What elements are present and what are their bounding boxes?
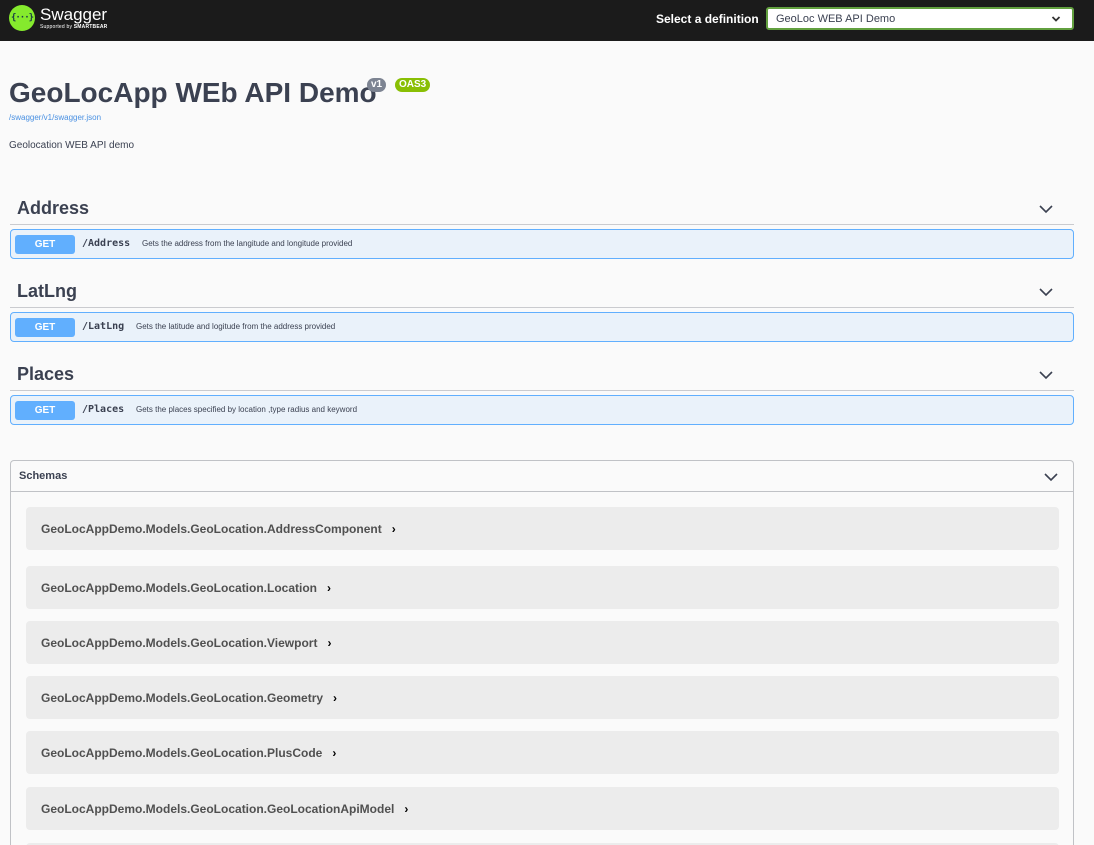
tag-name: Address xyxy=(17,198,90,218)
swagger-braces-icon: {···} xyxy=(9,5,35,31)
chevron-down-icon[interactable] xyxy=(1038,201,1054,217)
schema-model[interactable]: GeoLocAppDemo.Models.GeoLocation.PlusCod… xyxy=(26,731,1059,774)
spec-link[interactable]: /swagger/v1/swagger.json xyxy=(9,113,101,122)
schema-model[interactable]: GeoLocAppDemo.Models.GeoLocation.Geometr… xyxy=(26,676,1059,719)
schemas-section: Schemas GeoLocAppDemo.Models.GeoLocation… xyxy=(10,460,1074,845)
operation-get-latlng[interactable]: GET /LatLng Gets the latitude and logitu… xyxy=(10,312,1074,342)
chevron-right-icon: › xyxy=(404,802,409,816)
schemas-header[interactable]: Schemas xyxy=(11,461,1073,492)
tag-section-address[interactable]: Address xyxy=(10,192,1074,225)
operation-summary: Gets the latitude and logitude from the … xyxy=(136,322,336,331)
api-title: GeoLocApp WEb API Demo xyxy=(9,77,377,108)
swagger-logo[interactable]: {···} Swagger Supported by SMARTBEAR xyxy=(9,5,108,31)
tag-name: Places xyxy=(17,364,75,384)
schema-model[interactable]: GeoLocAppDemo.Models.GeoLocation.Locatio… xyxy=(26,566,1059,609)
chevron-down-icon[interactable] xyxy=(1038,284,1054,300)
chevron-right-icon: › xyxy=(332,746,337,760)
schema-model[interactable]: GeoLocAppDemo.Models.GeoLocation.Viewpor… xyxy=(26,621,1059,664)
schema-model[interactable]: GeoLocAppDemo.Models.GeoLocation.Address… xyxy=(26,507,1059,550)
model-name: GeoLocAppDemo.Models.GeoLocation.PlusCod… xyxy=(41,746,323,760)
chevron-down-icon[interactable] xyxy=(1038,367,1054,383)
chevron-right-icon: › xyxy=(333,691,338,705)
oas-badge: OAS3 xyxy=(395,78,431,92)
definition-label: Select a definition xyxy=(656,12,759,26)
model-name: GeoLocAppDemo.Models.GeoLocation.Geometr… xyxy=(41,691,324,705)
model-name: GeoLocAppDemo.Models.GeoLocation.Viewpor… xyxy=(41,636,318,650)
chevron-right-icon: › xyxy=(327,636,332,650)
schema-model[interactable]: GeoLocAppDemo.Models.GeoLocation.GeoLoca… xyxy=(26,787,1059,830)
http-method-badge: GET xyxy=(15,318,75,337)
operation-path: /Address xyxy=(82,238,131,249)
logo-name: Swagger xyxy=(40,5,108,24)
definition-select-value: GeoLoc WEB API Demo xyxy=(776,13,896,25)
chevron-down-icon[interactable] xyxy=(1043,469,1059,485)
chevron-right-icon: › xyxy=(391,522,396,536)
http-method-badge: GET xyxy=(15,401,75,420)
chevron-down-icon xyxy=(1051,16,1061,22)
http-method-badge: GET xyxy=(15,235,75,254)
topbar: {···} Swagger Supported by SMARTBEAR Sel… xyxy=(0,0,1094,41)
operation-path: /Places xyxy=(82,404,125,415)
schemas-title: Schemas xyxy=(19,470,68,482)
tag-section-latlng[interactable]: LatLng xyxy=(10,275,1074,308)
operation-summary: Gets the address from the langitude and … xyxy=(142,239,353,248)
model-name: GeoLocAppDemo.Models.GeoLocation.Locatio… xyxy=(41,581,318,595)
tag-section-places[interactable]: Places xyxy=(10,358,1074,391)
tag-name: LatLng xyxy=(17,281,77,301)
operation-summary: Gets the places specified by location ,t… xyxy=(136,405,358,414)
operation-get-places[interactable]: GET /Places Gets the places specified by… xyxy=(10,395,1074,425)
chevron-right-icon: › xyxy=(327,581,332,595)
version-badge: v1 xyxy=(367,78,387,92)
operation-get-address[interactable]: GET /Address Gets the address from the l… xyxy=(10,229,1074,259)
logo-subtitle: Supported by SMARTBEAR xyxy=(40,24,108,30)
definition-select[interactable]: GeoLoc WEB API Demo xyxy=(766,7,1074,30)
model-name: GeoLocAppDemo.Models.GeoLocation.Address… xyxy=(41,522,382,536)
api-description: Geolocation WEB API demo xyxy=(9,140,135,151)
operation-path: /LatLng xyxy=(82,321,125,332)
model-name: GeoLocAppDemo.Models.GeoLocation.GeoLoca… xyxy=(41,802,395,816)
